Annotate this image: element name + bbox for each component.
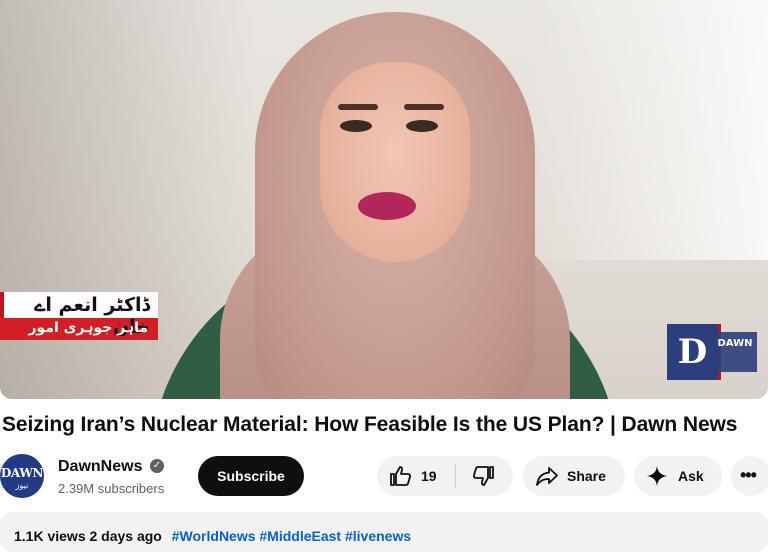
background-light bbox=[528, 0, 768, 260]
ask-button[interactable]: Ask bbox=[634, 456, 722, 496]
speaker-lips bbox=[358, 192, 416, 220]
speaker-left-eye bbox=[340, 120, 372, 132]
share-arrow-icon bbox=[536, 467, 558, 486]
like-count: 19 bbox=[421, 468, 437, 484]
channel-name[interactable]: DawnNews bbox=[58, 458, 142, 476]
like-button[interactable]: 19 bbox=[377, 456, 455, 496]
more-dots-icon: ••• bbox=[740, 465, 757, 485]
dislike-button[interactable] bbox=[457, 456, 513, 496]
caption-speaker-name: ڈاکٹر انعم اے خان bbox=[0, 292, 158, 338]
view-count-and-date: 1.1K views 2 days ago bbox=[14, 528, 162, 544]
video-player[interactable]: ڈاکٹر انعم اے خان ماہر جوہری امور D DAWN bbox=[0, 0, 768, 399]
sparkle-icon bbox=[647, 466, 667, 486]
watermark-text: DAWN bbox=[713, 332, 757, 372]
video-title: Seizing Iran’s Nuclear Material: How Fea… bbox=[2, 413, 738, 436]
channel-row: DAWN نیوز DawnNews ✓ 2.39M subscribers S… bbox=[0, 453, 768, 499]
subscribe-button[interactable]: Subscribe bbox=[198, 456, 304, 496]
hashtags[interactable]: #WorldNews #MiddleEast #livenews bbox=[172, 528, 411, 544]
thumbs-up-icon bbox=[390, 466, 412, 486]
speaker-left-brow bbox=[338, 104, 378, 110]
description-box[interactable]: 1.1K views 2 days ago #WorldNews #Middle… bbox=[0, 512, 768, 552]
subscriber-count: 2.39M subscribers bbox=[58, 481, 165, 496]
share-label: Share bbox=[567, 468, 606, 484]
avatar-logo-subtext: نیوز bbox=[15, 481, 29, 490]
ask-label: Ask bbox=[678, 468, 704, 484]
lower-third-caption: ڈاکٹر انعم اے خان ماہر جوہری امور bbox=[0, 292, 158, 340]
speaker-face bbox=[320, 62, 470, 262]
avatar-logo-text: DAWN bbox=[0, 466, 44, 480]
share-button[interactable]: Share bbox=[523, 456, 625, 496]
thumbs-down-icon bbox=[472, 466, 494, 486]
speaker-right-eye bbox=[406, 120, 438, 132]
more-actions-button[interactable]: ••• bbox=[731, 456, 768, 496]
verified-badge-icon: ✓ bbox=[150, 459, 164, 473]
like-divider bbox=[455, 464, 456, 488]
channel-avatar[interactable]: DAWN نیوز bbox=[0, 454, 44, 498]
like-dislike-group: 19 bbox=[377, 456, 513, 496]
dawn-news-watermark: D DAWN bbox=[667, 324, 757, 380]
speaker-right-brow bbox=[404, 104, 444, 110]
description-text: 1.1K views 2 days ago #WorldNews #Middle… bbox=[14, 528, 411, 544]
